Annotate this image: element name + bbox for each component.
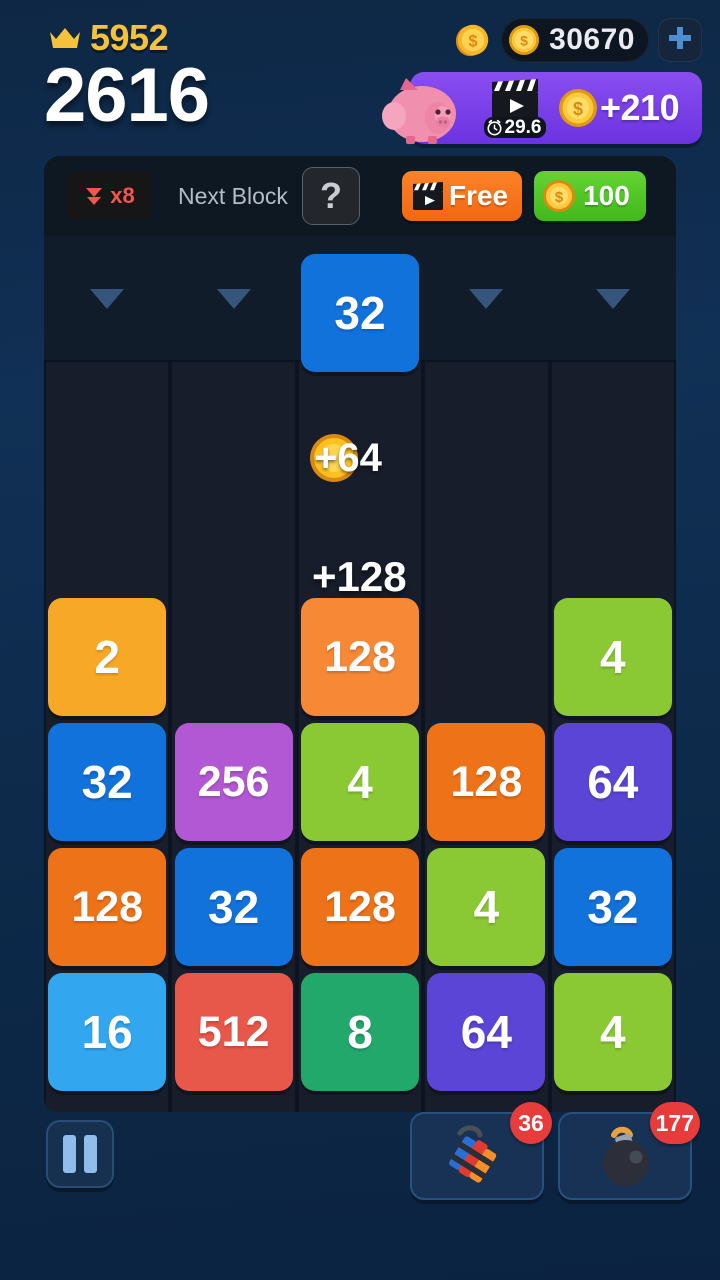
crown-value: 5952 <box>90 17 169 58</box>
alarm-clock-icon <box>486 119 503 136</box>
crown-icon <box>48 25 82 51</box>
number-tile[interactable]: 128 <box>301 598 419 716</box>
piggy-timer-value: 29.6 <box>504 117 542 138</box>
coin-icon: $ <box>454 21 492 59</box>
header: 5952 2616 $ $ 30670 29.6 $ +210 <box>0 0 720 152</box>
free-reward-label: Free <box>448 180 509 211</box>
coin-score-popup: +64 <box>308 432 382 484</box>
clapperboard-play-icon <box>411 181 445 211</box>
number-tile[interactable]: 2 <box>48 598 167 716</box>
buy-coins-label: 100 <box>583 180 630 211</box>
coin-icon: $ <box>558 88 598 128</box>
dynamite-icon <box>440 1119 514 1193</box>
number-tile[interactable]: 4 <box>553 973 672 1091</box>
powerup-dynamite[interactable]: 36 <box>410 1102 552 1200</box>
number-tile[interactable]: 64 <box>553 723 672 841</box>
powerup-count-badge: 177 <box>649 1102 700 1144</box>
score-popup: +128 <box>312 553 407 600</box>
game-board: 32 2 128 4 32 256 4 128 64 128 32 128 4 32 16 512 8 64 4 +6… <box>44 236 676 1112</box>
number-tile[interactable]: 8 <box>301 973 419 1091</box>
free-reward-button[interactable]: Free <box>401 171 523 221</box>
pause-icon <box>63 1135 97 1173</box>
piggy-timer: 29.6 <box>483 117 547 138</box>
bottom-bar: 36 177 <box>0 1102 720 1222</box>
svg-text:$: $ <box>520 33 528 49</box>
next-block-label: Next Block <box>178 182 288 209</box>
page-title: 2616 <box>44 53 210 138</box>
number-tile[interactable]: 32 <box>301 254 419 372</box>
number-tile[interactable]: 32 <box>553 848 672 966</box>
number-tile[interactable]: 64 <box>427 973 546 1091</box>
coin-counter: $ 30670 <box>501 18 649 62</box>
svg-text:$: $ <box>573 99 583 119</box>
number-tile[interactable]: 32 <box>48 723 167 841</box>
svg-text:$: $ <box>469 33 478 51</box>
add-coins-button[interactable] <box>658 18 702 62</box>
clapperboard-play-icon <box>482 78 548 122</box>
coin-icon: $ <box>508 24 540 56</box>
number-tile[interactable]: 4 <box>553 598 672 716</box>
piggy-reward-amount: +210 <box>600 87 680 128</box>
number-tile[interactable]: 32 <box>174 848 293 966</box>
coin-icon: $ <box>542 179 576 213</box>
tiles-layer: 32 2 128 4 32 256 4 128 64 128 32 128 4 32 16 512 8 64 4 +6… <box>44 236 676 1112</box>
piggy-reward: $ +210 <box>558 72 680 144</box>
number-tile[interactable]: 4 <box>427 848 546 966</box>
video-ad-indicator: 29.6 <box>482 78 548 141</box>
crown-score: 5952 <box>48 17 169 58</box>
number-tile[interactable]: 4 <box>301 723 419 841</box>
next-block-slot[interactable]: ? <box>301 167 360 225</box>
buy-coins-button[interactable]: $ 100 <box>534 171 646 221</box>
coin-bar: $ $ 30670 <box>454 18 702 62</box>
svg-text:$: $ <box>555 189 564 206</box>
number-tile[interactable]: 256 <box>174 723 293 841</box>
powerup-tray: 36 177 <box>410 1102 700 1200</box>
pause-button[interactable] <box>46 1120 114 1188</box>
drop-multiplier-badge[interactable]: x8 <box>66 172 152 220</box>
number-tile[interactable]: 512 <box>174 973 293 1091</box>
game-toolbar: x8 Next Block ? Free $ 100 <box>44 156 676 236</box>
coin-amount: 30670 <box>549 23 635 56</box>
double-chevron-down-icon <box>83 185 105 207</box>
plus-icon <box>667 25 693 56</box>
drop-multiplier-value: x8 <box>110 183 135 208</box>
number-tile[interactable]: 16 <box>48 973 167 1091</box>
number-tile[interactable]: 128 <box>427 723 546 841</box>
powerup-count-badge: 36 <box>510 1102 552 1144</box>
number-tile[interactable]: 128 <box>48 848 167 966</box>
powerup-bomb[interactable]: 177 <box>558 1102 700 1200</box>
number-tile[interactable]: 128 <box>301 848 419 966</box>
piggy-bank-reward-banner[interactable]: 29.6 $ +210 <box>382 72 702 144</box>
coin-score-popup-value: +64 <box>314 436 382 480</box>
